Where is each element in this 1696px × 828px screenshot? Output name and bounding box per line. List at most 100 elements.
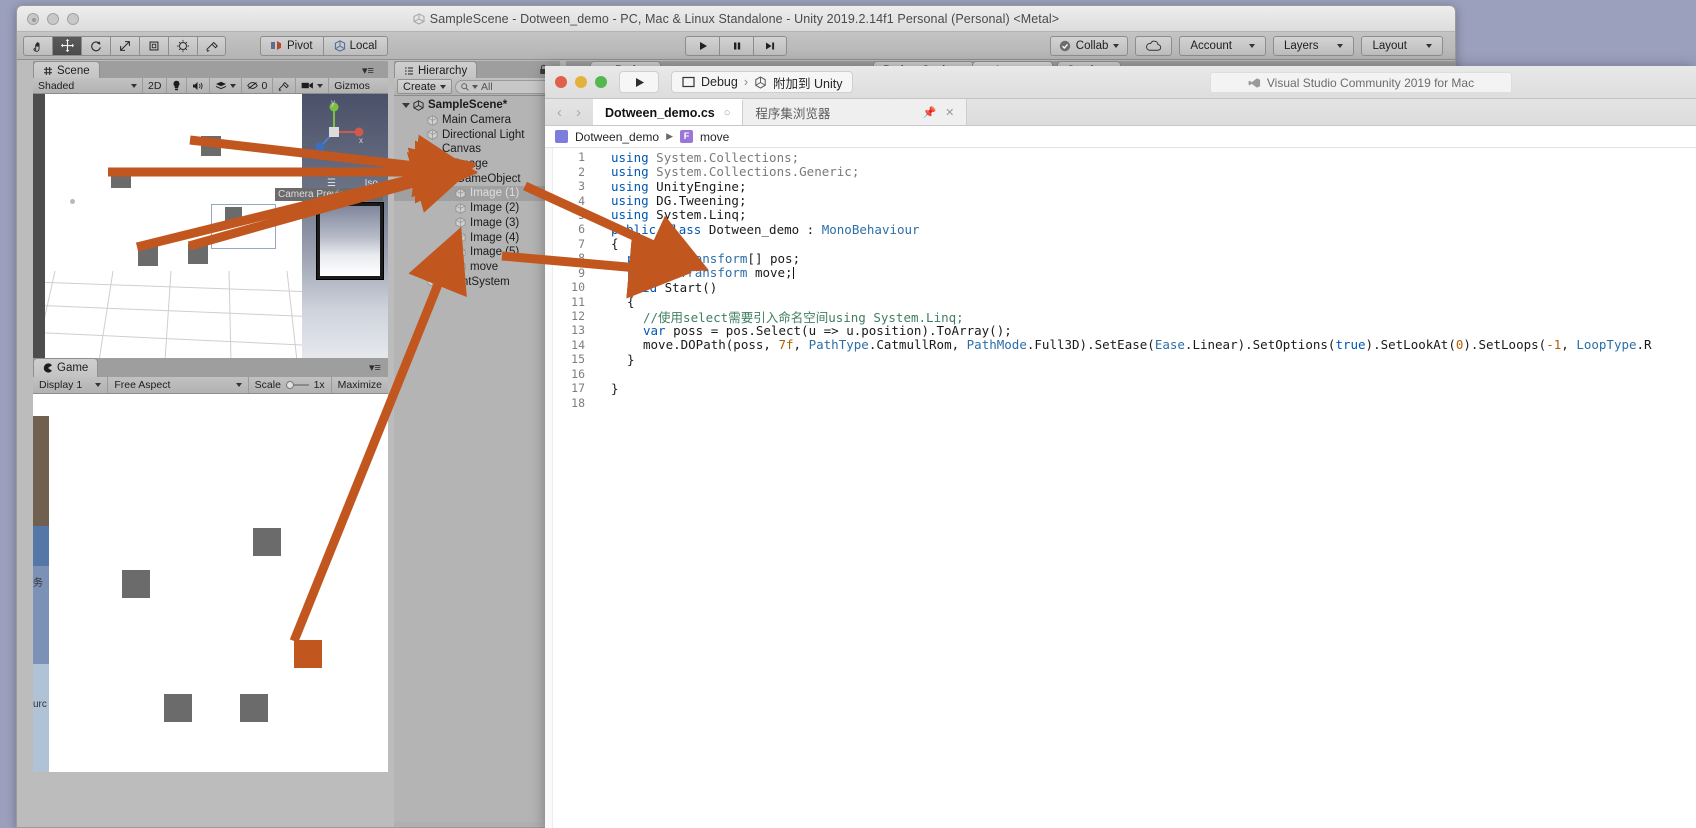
pause-button[interactable] <box>719 35 753 56</box>
vs-run-configuration[interactable]: Debug › 附加到 Unity <box>671 71 854 93</box>
scene-object-square[interactable] <box>111 168 131 188</box>
transform-tool-button[interactable] <box>168 35 197 56</box>
scene-orientation-gizmo[interactable]: y x <box>302 98 366 164</box>
game-image-square[interactable] <box>122 570 150 598</box>
scale-tool-button[interactable] <box>110 35 139 56</box>
hierarchy-item-image-3[interactable]: Image (3) <box>394 216 560 231</box>
hierarchy-item-main-camera[interactable]: Main Camera <box>394 113 560 128</box>
hierarchy-item-image-1[interactable]: Image (1) <box>394 186 560 201</box>
code-line[interactable]: 12//使用select需要引入命名空间using System.Linq; <box>545 309 1696 325</box>
game-scale-slider[interactable]: Scale 1x <box>249 377 332 393</box>
scale-thumb[interactable] <box>285 381 294 389</box>
collab-button[interactable]: Collab <box>1049 35 1129 56</box>
code-line[interactable]: 10 void Start() <box>545 280 1696 295</box>
vs-search-input[interactable]: Visual Studio Community 2019 for Mac <box>1210 72 1512 93</box>
vs-tab-assembly-browser[interactable]: 程序集浏览器 📌 ✕ <box>743 99 968 125</box>
game-image-square[interactable] <box>240 694 268 722</box>
nav-forward-icon[interactable]: › <box>576 104 581 121</box>
disclosure-triangle-icon[interactable] <box>416 146 424 152</box>
pin-icon[interactable]: 📌 <box>922 106 936 119</box>
scene-2d-toggle[interactable]: 2D <box>143 78 168 93</box>
hierarchy-item-samplescene[interactable]: SampleScene* <box>394 98 560 113</box>
code-line[interactable]: 4 using DG.Tweening; <box>545 193 1696 208</box>
code-line[interactable]: 13 var poss = pos.Select(u => u.position)… <box>545 323 1696 338</box>
code-line[interactable]: 17} <box>545 381 1696 396</box>
cloud-button[interactable] <box>1135 35 1173 56</box>
scene-lighting-toggle[interactable] <box>167 78 188 93</box>
pivot-toggle[interactable]: Pivot <box>260 35 324 56</box>
disclosure-triangle-icon[interactable] <box>402 102 410 108</box>
rect-tool-button[interactable] <box>139 35 168 56</box>
hierarchy-item-canvas[interactable]: Canvas <box>394 142 560 157</box>
scene-object-square[interactable] <box>188 244 208 264</box>
vs-code-editor[interactable]: 1 using System.Collections; 2 using System.… <box>545 148 1696 828</box>
scene-gizmos-dropdown[interactable]: Gizmos <box>329 78 375 93</box>
hierarchy-item-image-5[interactable]: Image (5) <box>394 245 560 260</box>
code-line[interactable]: 8 public Transform[] pos; <box>545 251 1696 266</box>
pivot-local-group: Pivot Local <box>260 35 389 56</box>
hierarchy-item-move[interactable]: move <box>394 260 560 275</box>
local-toggle[interactable]: Local <box>323 35 389 56</box>
hierarchy-item-gameobject[interactable]: GameObject <box>394 171 560 186</box>
code-line[interactable]: 6 public class Dotween_demo : MonoBehavio… <box>545 222 1696 237</box>
scene-hidden-objects[interactable]: 0 <box>242 78 274 93</box>
game-options-icon[interactable]: ▾≡ <box>369 361 381 374</box>
game-view[interactable]: 务 urc <box>33 394 388 772</box>
scene-audio-toggle[interactable] <box>187 78 211 93</box>
scene-tools-button[interactable] <box>273 78 297 93</box>
scene-object-square[interactable] <box>201 136 221 156</box>
hierarchy-item-image-4[interactable]: Image (4) <box>394 230 560 245</box>
vs-close-button[interactable] <box>555 76 567 88</box>
vs-tab-dotween-demo[interactable]: Dotween_demo.cs ○ <box>593 99 744 125</box>
tab-game[interactable]: Game <box>33 358 99 377</box>
vs-minimize-button[interactable] <box>575 76 587 88</box>
layout-button[interactable]: Layout <box>1361 35 1443 56</box>
hierarchy-item-image[interactable]: Image <box>394 157 560 172</box>
close-icon[interactable]: ○ <box>724 107 731 119</box>
hierarchy-item-image-2[interactable]: Image (2) <box>394 201 560 216</box>
code-line[interactable]: 18 <box>545 395 1696 410</box>
scene-options-icon[interactable]: ▾≡ <box>362 64 374 77</box>
code-line[interactable]: 5 using System.Linq; <box>545 207 1696 222</box>
scene-fx-dropdown[interactable] <box>210 78 243 93</box>
code-line[interactable]: 9 public Transform move; <box>545 265 1696 280</box>
code-line[interactable]: 3 using UnityEngine; <box>545 179 1696 194</box>
scene-camera-dropdown[interactable] <box>296 78 330 93</box>
vs-tab-navigation[interactable]: ‹ › <box>545 99 593 125</box>
game-image-square[interactable] <box>164 694 192 722</box>
hierarchy-create-button[interactable]: Create <box>397 79 453 94</box>
game-aspect-dropdown[interactable]: Free Aspect <box>108 377 249 393</box>
custom-tool-button[interactable] <box>197 35 226 56</box>
vs-maximize-button[interactable] <box>595 76 607 88</box>
play-button[interactable] <box>685 35 719 56</box>
breadcrumb-class[interactable]: Dotween_demo <box>575 130 659 144</box>
account-button[interactable]: Account <box>1179 35 1266 56</box>
vs-window-controls[interactable] <box>555 76 607 88</box>
scene-view[interactable]: y x Iso ☰ Camera Preview <box>33 94 388 358</box>
close-icon[interactable]: ✕ <box>945 106 954 119</box>
scene-shading-dropdown[interactable]: Shaded <box>33 78 143 93</box>
code-line[interactable]: 1 using System.Collections; <box>545 150 1696 165</box>
breadcrumb-member[interactable]: move <box>700 130 729 144</box>
code-line[interactable]: 14 move.DOPath(poss, 7f, PathType.Catmull… <box>545 337 1696 352</box>
nav-back-icon[interactable]: ‹ <box>557 104 562 121</box>
step-button[interactable] <box>753 35 787 56</box>
code-line[interactable]: 16 <box>545 367 1696 381</box>
code-line[interactable]: 7{ <box>545 236 1696 251</box>
scene-object-square[interactable] <box>138 246 158 266</box>
move-tool-button[interactable] <box>52 35 81 56</box>
vs-breadcrumb[interactable]: Dotween_demo ▶ F move <box>545 126 1696 148</box>
game-display-dropdown[interactable]: Display 1 <box>33 377 109 393</box>
hierarchy-item-eventsystem[interactable]: EventSystem <box>394 274 560 289</box>
game-image-square[interactable] <box>294 640 322 668</box>
code-line[interactable]: 2 using System.Collections.Generic; <box>545 164 1696 179</box>
hierarchy-item-directional-light[interactable]: Directional Light <box>394 127 560 142</box>
layers-button[interactable]: Layers <box>1272 35 1355 56</box>
game-image-square[interactable] <box>253 528 281 556</box>
rotate-tool-button[interactable] <box>81 35 110 56</box>
vs-run-button[interactable] <box>619 71 659 93</box>
code-line[interactable]: 15} <box>545 352 1696 367</box>
hand-tool-button[interactable] <box>23 35 52 56</box>
game-maximize-toggle[interactable]: Maximize <box>332 377 388 393</box>
hierarchy-tree[interactable]: SampleScene* Main Camera Directional Light… <box>394 96 560 822</box>
